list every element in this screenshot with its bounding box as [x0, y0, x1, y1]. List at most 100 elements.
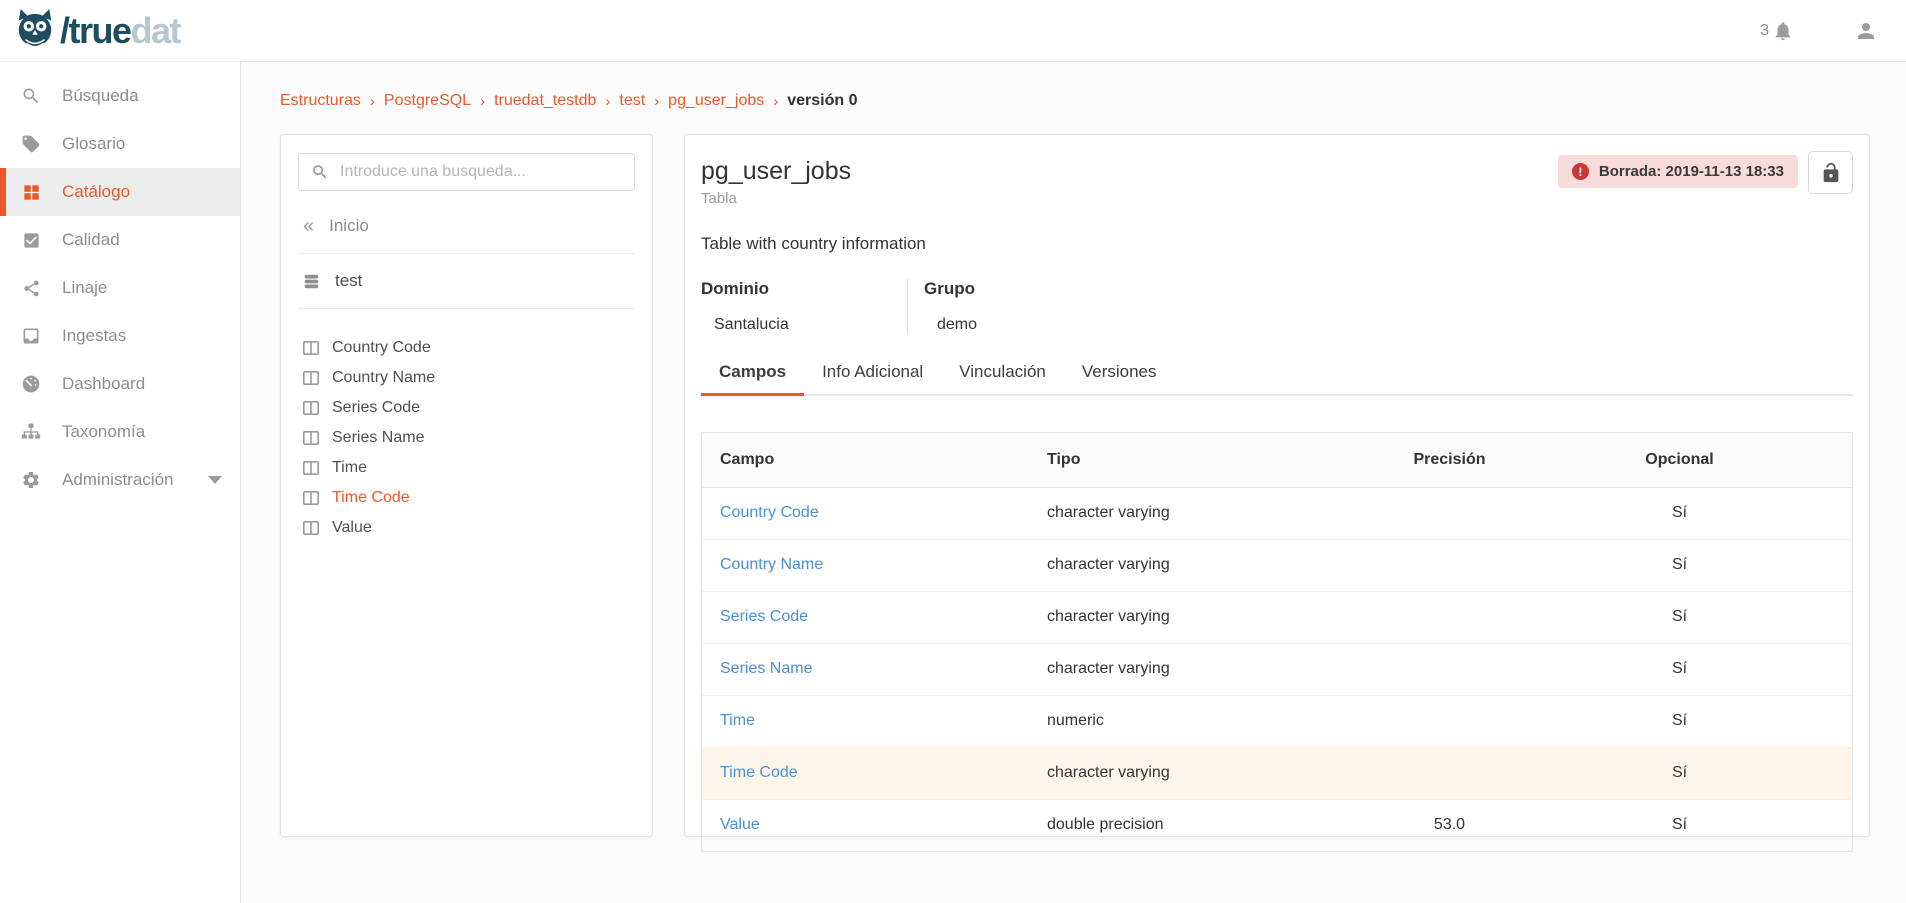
tab-vinculacion[interactable]: Vinculación [941, 362, 1064, 394]
tab-campos[interactable]: Campos [701, 362, 804, 394]
explorer-column-label: Series Code [332, 399, 420, 417]
sidebar-item-calidad[interactable]: Calidad [0, 216, 240, 264]
breadcrumb-separator: › [654, 93, 659, 110]
explorer-back-label: Inicio [329, 216, 369, 236]
top-navbar: /truedat 3 [0, 0, 1906, 62]
structure-explorer-panel: « Inicio test [280, 134, 653, 837]
column-header-campo: Campo [702, 433, 1047, 487]
sidebar-item-ingestas[interactable]: Ingestas [0, 312, 240, 360]
table-row: Series Code character varying Sí [702, 591, 1852, 643]
field-link[interactable]: Time [702, 695, 1047, 747]
field-optional: Sí [1576, 591, 1783, 643]
column-icon [303, 521, 319, 535]
breadcrumb-link-pg-user-jobs[interactable]: pg_user_jobs [668, 92, 764, 110]
sidebar-item-catalogo[interactable]: Catálogo [0, 168, 240, 216]
explorer-schema-item[interactable]: test [298, 271, 635, 291]
field-link[interactable]: Country Name [702, 539, 1047, 591]
sidebar-item-label: Ingestas [62, 326, 126, 346]
tab-versiones[interactable]: Versiones [1064, 362, 1175, 394]
divider [298, 308, 635, 309]
sidebar-item-label: Taxonomía [62, 422, 145, 442]
sitemap-icon [0, 422, 62, 442]
unlock-icon [1820, 162, 1842, 184]
deleted-status-badge: ! Borrada: 2019-11-13 18:33 [1558, 155, 1798, 188]
field-optional: Sí [1576, 487, 1783, 539]
table-row: Country Code character varying Sí [702, 487, 1852, 539]
explorer-column-series-name[interactable]: Series Name [303, 423, 630, 453]
field-link[interactable]: Series Name [702, 643, 1047, 695]
explorer-back-button[interactable]: « Inicio [298, 216, 635, 236]
field-type: numeric [1047, 695, 1323, 747]
search-icon [311, 163, 329, 181]
explorer-column-country-code[interactable]: Country Code [303, 333, 630, 363]
table-row: Time numeric Sí [702, 695, 1852, 747]
explorer-column-label: Value [332, 519, 372, 537]
breadcrumb-link-postgresql[interactable]: PostgreSQL [384, 92, 471, 110]
explorer-column-series-code[interactable]: Series Code [303, 393, 630, 423]
breadcrumb-link-estructuras[interactable]: Estructuras [280, 92, 361, 110]
explorer-column-time[interactable]: Time [303, 453, 630, 483]
structure-type-label: Tabla [701, 190, 851, 207]
explorer-column-value[interactable]: Value [303, 513, 630, 543]
user-menu-button[interactable] [1854, 19, 1878, 43]
field-optional: Sí [1576, 695, 1783, 747]
explorer-search-input[interactable] [340, 163, 622, 181]
field-link[interactable]: Time Code [702, 747, 1047, 799]
detail-tabs: Campos Info Adicional Vinculación Versio… [701, 362, 1853, 396]
field-type: double precision [1047, 799, 1323, 851]
share-icon [0, 279, 62, 298]
field-optional: Sí [1576, 539, 1783, 591]
table-row-selected: Time Code character varying Sí [702, 747, 1852, 799]
structure-detail-panel: pg_user_jobs Tabla ! Borrada: 2019-11-13… [684, 134, 1870, 837]
gear-icon [0, 470, 62, 490]
sidebar-item-label: Dashboard [62, 374, 145, 394]
field-link[interactable]: Value [702, 799, 1047, 851]
explorer-column-list: Country Code Country Name Series Code Se… [298, 333, 635, 543]
field-link[interactable]: Country Code [702, 487, 1047, 539]
field-optional: Sí [1576, 799, 1783, 851]
field-type: character varying [1047, 487, 1323, 539]
column-header-precision: Precisión [1323, 433, 1576, 487]
field-precision [1323, 643, 1576, 695]
sidebar-item-busqueda[interactable]: Búsqueda [0, 72, 240, 120]
field-type: character varying [1047, 539, 1323, 591]
meta-value-grupo: demo [924, 316, 977, 334]
breadcrumb-current: versión 0 [787, 92, 857, 110]
explorer-column-country-name[interactable]: Country Name [303, 363, 630, 393]
explorer-column-time-code[interactable]: Time Code [303, 483, 630, 513]
search-icon [0, 86, 62, 106]
column-header-opcional: Opcional [1576, 433, 1783, 487]
sidebar-item-glosario[interactable]: Glosario [0, 120, 240, 168]
fields-table: Campo Tipo Precisión Opcional Country Co… [701, 432, 1853, 852]
explorer-column-label: Time Code [332, 489, 410, 507]
explorer-schema-label: test [335, 271, 362, 291]
explorer-column-label: Series Name [332, 429, 424, 447]
field-precision [1323, 747, 1576, 799]
lock-toggle-button[interactable] [1808, 151, 1853, 194]
breadcrumb-link-test[interactable]: test [619, 92, 645, 110]
field-optional: Sí [1576, 643, 1783, 695]
exclamation-circle-icon: ! [1572, 163, 1589, 180]
column-icon [303, 371, 319, 385]
meta-label-grupo: Grupo [924, 279, 977, 299]
sidebar-item-label: Glosario [62, 134, 125, 154]
field-type: character varying [1047, 591, 1323, 643]
sidebar-item-taxonomia[interactable]: Taxonomía [0, 408, 240, 456]
field-link[interactable]: Series Code [702, 591, 1047, 643]
field-precision [1323, 539, 1576, 591]
column-icon [303, 491, 319, 505]
breadcrumb-separator: › [605, 93, 610, 110]
tags-icon [0, 134, 62, 154]
gauge-icon [0, 374, 62, 394]
brand-logo[interactable]: /truedat [14, 8, 180, 54]
breadcrumb-link-truedat-testdb[interactable]: truedat_testdb [494, 92, 596, 110]
sidebar-item-administracion[interactable]: Administración [0, 456, 240, 504]
tab-info-adicional[interactable]: Info Adicional [804, 362, 941, 394]
field-precision [1323, 487, 1576, 539]
check-square-icon [0, 231, 62, 250]
table-row: Series Name character varying Sí [702, 643, 1852, 695]
notifications-button[interactable]: 3 [1760, 20, 1794, 42]
structure-meta: Dominio Santalucia Grupo demo [701, 279, 1853, 334]
sidebar-item-linaje[interactable]: Linaje [0, 264, 240, 312]
sidebar-item-dashboard[interactable]: Dashboard [0, 360, 240, 408]
